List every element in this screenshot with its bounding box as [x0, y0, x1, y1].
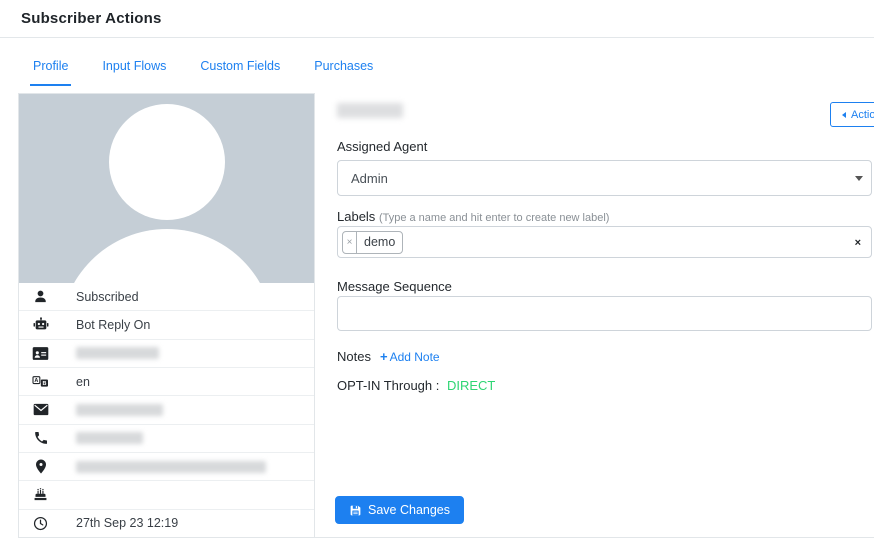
location-pin-icon — [32, 458, 49, 475]
list-item-birthday — [19, 480, 314, 508]
assigned-agent-label: Assigned Agent — [337, 139, 427, 154]
subscriber-detail-form: Actions Assigned Agent Admin Labels (Typ… — [330, 93, 874, 538]
chevron-down-icon — [855, 176, 863, 181]
page-header: Subscriber Actions — [0, 0, 874, 38]
optin-label: OPT-IN Through : — [337, 378, 439, 393]
redacted-address — [76, 461, 266, 473]
list-item-bot-reply: Bot Reply On — [19, 310, 314, 338]
labels-label: Labels (Type a name and hit enter to cre… — [337, 209, 609, 224]
save-changes-button[interactable]: Save Changes — [335, 496, 464, 524]
list-item-status: Subscribed — [19, 283, 314, 310]
actions-button[interactable]: Actions — [830, 102, 874, 127]
tab-profile[interactable]: Profile — [30, 59, 71, 86]
birthday-cake-icon — [32, 486, 49, 503]
envelope-icon — [32, 401, 49, 418]
subscribed-date-text: 27th Sep 23 12:19 — [76, 516, 178, 530]
list-item-address — [19, 452, 314, 480]
id-card-icon — [32, 345, 49, 362]
svg-text:B: B — [42, 381, 46, 387]
save-changes-label: Save Changes — [368, 503, 450, 517]
list-item-email — [19, 395, 314, 423]
actions-button-label: Actions — [851, 109, 874, 121]
subscriber-actions-page: Subscriber Actions Profile Input Flows C… — [0, 0, 874, 546]
plus-icon: + — [380, 349, 388, 364]
tab-input-flows[interactable]: Input Flows — [99, 59, 169, 86]
clock-icon — [32, 515, 49, 532]
label-chip-text: demo — [357, 232, 402, 253]
optin-value: DIRECT — [447, 378, 495, 393]
remove-label-icon[interactable]: × — [343, 232, 357, 253]
notes-label: Notes — [337, 349, 371, 364]
assigned-agent-value: Admin — [351, 171, 388, 186]
language-text: en — [76, 375, 90, 389]
label-chip: × demo — [342, 231, 403, 254]
tab-bar: Profile Input Flows Custom Fields Purcha… — [0, 39, 874, 86]
add-note-button[interactable]: + Add Note — [380, 349, 440, 364]
subscriber-profile-card: Subscribed Bot Reply On AB en — [18, 93, 315, 538]
avatar-head-shape — [109, 104, 225, 220]
svg-text:A: A — [34, 378, 38, 384]
avatar-shoulders-shape — [60, 229, 274, 283]
assigned-agent-select[interactable]: Admin — [337, 160, 872, 196]
bot-reply-text: Bot Reply On — [76, 318, 150, 332]
labels-tag-input[interactable]: × demo × — [337, 226, 872, 258]
add-note-label: Add Note — [390, 350, 440, 364]
redacted-name — [76, 347, 159, 359]
avatar — [19, 94, 314, 283]
clear-labels-icon[interactable]: × — [855, 235, 861, 251]
redacted-phone — [76, 432, 143, 444]
optin-through: OPT-IN Through : DIRECT — [337, 378, 495, 393]
phone-icon — [32, 430, 49, 447]
tab-custom-fields[interactable]: Custom Fields — [197, 59, 283, 86]
user-icon — [32, 288, 49, 305]
tab-purchases[interactable]: Purchases — [311, 59, 376, 86]
message-sequence-label: Message Sequence — [337, 279, 452, 294]
notes-section: Notes + Add Note — [337, 349, 440, 364]
robot-icon — [32, 316, 49, 333]
message-sequence-input[interactable] — [337, 296, 872, 331]
subscriber-info-list: Subscribed Bot Reply On AB en — [19, 283, 314, 537]
list-item-language: AB en — [19, 367, 314, 395]
labels-hint: (Type a name and hit enter to create new… — [379, 212, 610, 224]
list-item-name — [19, 339, 314, 367]
save-icon — [349, 504, 362, 517]
redacted-email — [76, 404, 163, 416]
content-bottom-divider — [18, 537, 874, 538]
redacted-subscriber-name — [337, 103, 403, 118]
language-icon: AB — [32, 373, 49, 390]
list-item-phone — [19, 424, 314, 452]
list-item-subscribed-date: 27th Sep 23 12:19 — [19, 509, 314, 537]
caret-left-icon — [842, 112, 846, 118]
status-text: Subscribed — [76, 290, 139, 304]
page-title: Subscriber Actions — [21, 10, 162, 27]
